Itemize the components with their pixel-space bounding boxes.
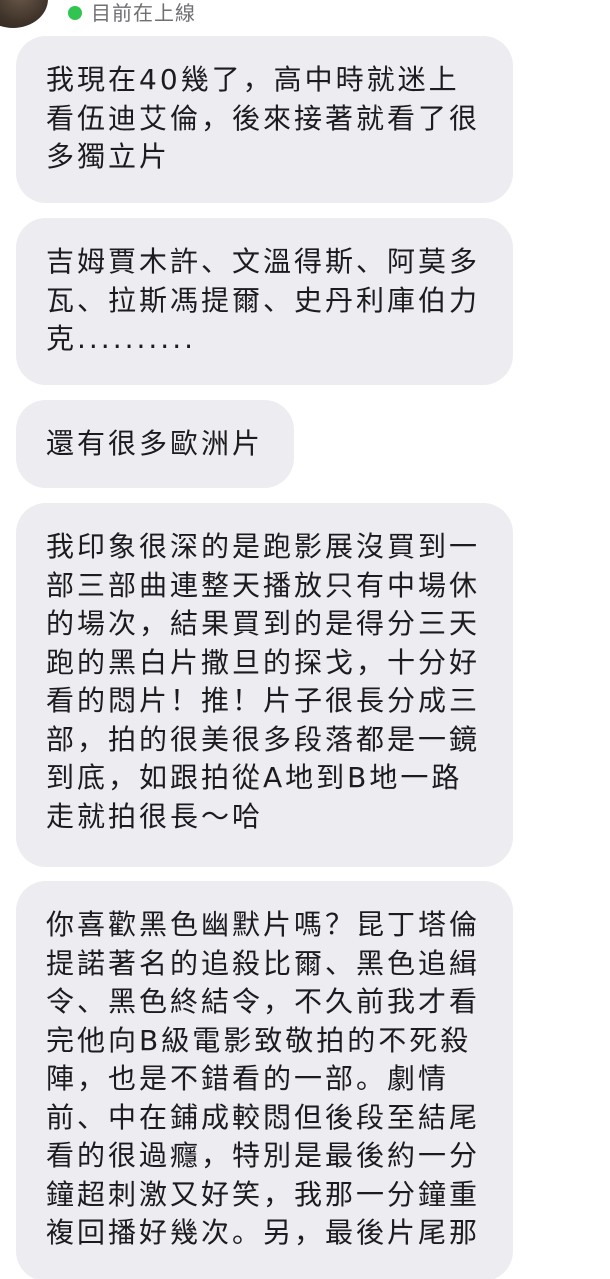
message-text-line: 克.......... (46, 322, 197, 355)
message-text-line: 鐘超刺激又好笑，我那一分鐘重 (46, 1177, 481, 1211)
message-bubble[interactable]: 吉姆賈木許、文溫得斯、阿莫多 瓦、拉斯馮提爾、史丹利庫伯力 克.........… (16, 218, 513, 385)
message-text-line: 我現在40幾了，高中時就迷上 (46, 63, 460, 96)
message-text-line: 到底，如跟拍從A地到B地一路 (46, 761, 463, 794)
message-text-line: 的場次，結果買到的是得分三天 (46, 607, 481, 640)
message-text-line: 部三部曲連整天播放只有中場休 (46, 568, 481, 602)
message-text-line: 看的很過癮，特別是最後約一分 (46, 1139, 481, 1172)
message-text-line: 提諾著名的追殺比爾、黑色追緝 (46, 946, 481, 980)
message-text-line: 我印象很深的是跑影展沒買到一 (46, 530, 481, 563)
message-bubble[interactable]: 你喜歡黑色幽默片嗎？昆丁塔倫 提諾著名的追殺比爾、黑色追緝 令、黑色終結令，不久… (16, 881, 513, 1279)
chat-screen: 目前在上線 我現在40幾了，高中時就迷上 看伍迪艾倫，後來接著就看了很 多獨立片… (0, 0, 610, 1279)
message-text-line: 看的悶片！推！片子很長分成三 (46, 684, 481, 717)
message-text-line: 還有很多歐洲片 (46, 427, 264, 460)
message-bubble[interactable]: 我現在40幾了，高中時就迷上 看伍迪艾倫，後來接著就看了很 多獨立片 (16, 36, 513, 203)
message-text-line: 吉姆賈木許、文溫得斯、阿莫多 (46, 245, 481, 278)
message-text-line: 令、黑色終結令，不久前我才看 (46, 985, 481, 1018)
chat-header: 目前在上線 (0, 0, 610, 32)
message-text-line: 瓦、拉斯馮提爾、史丹利庫伯力 (46, 283, 481, 317)
online-status-dot (68, 6, 82, 20)
message-text-line: 看伍迪艾倫，後來接著就看了很 (46, 101, 481, 135)
message-text-line: 走就拍很長～哈 (46, 799, 264, 833)
message-text-line: 陣，也是不錯看的一部。劇情 (46, 1062, 450, 1095)
message-text-line: 完他向B級電影致敬拍的不死殺 (46, 1023, 472, 1057)
online-status-text: 目前在上線 (91, 1, 196, 25)
message-text-line: 複回播好幾次。另，最後片尾那 (46, 1216, 481, 1249)
message-bubble[interactable]: 還有很多歐洲片 (16, 400, 294, 488)
message-text-line: 你喜歡黑色幽默片嗎？昆丁塔倫 (46, 908, 481, 941)
message-text-line: 多獨立片 (46, 140, 171, 173)
message-text-line: 部，拍的很美很多段落都是一鏡 (46, 722, 481, 756)
message-text-line: 跑的黑白片撒旦的探戈，十分好 (46, 645, 481, 679)
avatar[interactable] (0, 0, 48, 28)
message-text-line: 前、中在鋪成較悶但後段至結尾 (46, 1100, 481, 1134)
message-bubble[interactable]: 我印象很深的是跑影展沒買到一 部三部曲連整天播放只有中場休 的場次，結果買到的是… (16, 503, 513, 867)
